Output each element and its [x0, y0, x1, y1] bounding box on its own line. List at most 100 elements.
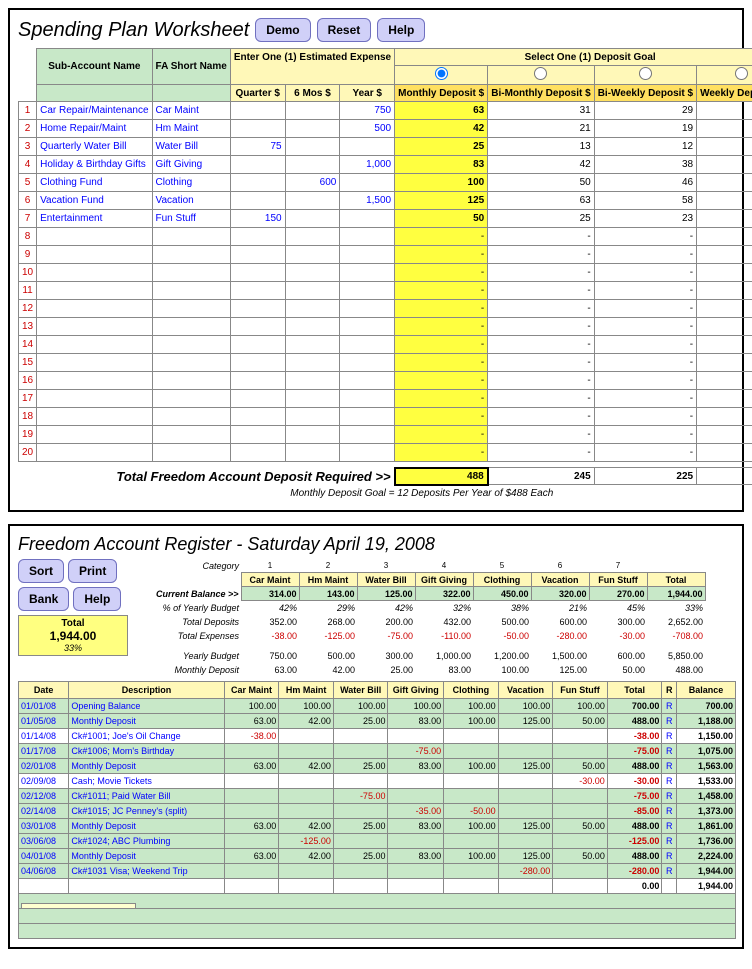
- subaccount-cell[interactable]: [37, 228, 152, 246]
- 6mos-cell[interactable]: [285, 300, 340, 318]
- quarter-cell[interactable]: [230, 354, 285, 372]
- amount-cell[interactable]: [388, 833, 444, 848]
- year-cell[interactable]: [340, 282, 395, 300]
- quarter-cell[interactable]: [230, 282, 285, 300]
- 6mos-cell[interactable]: [285, 264, 340, 282]
- amount-cell[interactable]: [498, 803, 553, 818]
- amount-cell[interactable]: [553, 833, 608, 848]
- description-cell[interactable]: Monthly Deposit: [69, 713, 224, 728]
- quarter-cell[interactable]: [230, 318, 285, 336]
- date-cell[interactable]: 04/01/08: [19, 848, 69, 863]
- subaccount-cell[interactable]: [37, 372, 152, 390]
- subaccount-cell[interactable]: [37, 264, 152, 282]
- amount-cell[interactable]: -125.00: [279, 833, 334, 848]
- amount-cell[interactable]: 83.00: [388, 818, 444, 833]
- amount-cell[interactable]: [444, 878, 499, 893]
- reset-button[interactable]: Reset: [317, 18, 372, 42]
- amount-cell[interactable]: 25.00: [333, 848, 388, 863]
- quarter-cell[interactable]: [230, 228, 285, 246]
- amount-cell[interactable]: [498, 728, 553, 743]
- reconciled-cell[interactable]: R: [662, 713, 677, 728]
- description-cell[interactable]: Cash; Movie Tickets: [69, 773, 224, 788]
- amount-cell[interactable]: [444, 788, 499, 803]
- quarter-cell[interactable]: 75: [230, 138, 285, 156]
- year-cell[interactable]: [340, 426, 395, 444]
- amount-cell[interactable]: 100.00: [444, 848, 499, 863]
- fashort-cell[interactable]: [152, 282, 230, 300]
- amount-cell[interactable]: 125.00: [498, 818, 553, 833]
- year-cell[interactable]: [340, 138, 395, 156]
- quarter-cell[interactable]: [230, 246, 285, 264]
- reconciled-cell[interactable]: R: [662, 743, 677, 758]
- reconciled-cell[interactable]: [662, 878, 677, 893]
- subaccount-cell[interactable]: [37, 318, 152, 336]
- subaccount-cell[interactable]: [37, 408, 152, 426]
- amount-cell[interactable]: 125.00: [498, 758, 553, 773]
- year-cell[interactable]: [340, 444, 395, 462]
- radio-monthly[interactable]: [435, 67, 448, 80]
- 6mos-cell[interactable]: [285, 390, 340, 408]
- fashort-cell[interactable]: [152, 444, 230, 462]
- subaccount-cell[interactable]: [37, 444, 152, 462]
- fashort-cell[interactable]: Clothing: [152, 174, 230, 192]
- amount-cell[interactable]: 100.00: [224, 698, 279, 713]
- amount-cell[interactable]: [279, 803, 334, 818]
- year-cell[interactable]: [340, 246, 395, 264]
- quarter-cell[interactable]: [230, 372, 285, 390]
- year-cell[interactable]: [340, 228, 395, 246]
- amount-cell[interactable]: [388, 788, 444, 803]
- print-button[interactable]: Print: [68, 559, 117, 583]
- subaccount-cell[interactable]: [37, 336, 152, 354]
- subaccount-cell[interactable]: [37, 426, 152, 444]
- amount-cell[interactable]: [279, 878, 334, 893]
- demo-button[interactable]: Demo: [255, 18, 310, 42]
- 6mos-cell[interactable]: [285, 282, 340, 300]
- amount-cell[interactable]: 125.00: [498, 848, 553, 863]
- description-cell[interactable]: Ck#1031 Visa; Weekend Trip: [69, 863, 224, 878]
- year-cell[interactable]: 1,500: [340, 192, 395, 210]
- amount-cell[interactable]: [444, 863, 499, 878]
- amount-cell[interactable]: [224, 833, 279, 848]
- quarter-cell[interactable]: [230, 390, 285, 408]
- amount-cell[interactable]: [388, 773, 444, 788]
- date-cell[interactable]: 02/01/08: [19, 758, 69, 773]
- fashort-cell[interactable]: [152, 246, 230, 264]
- 6mos-cell[interactable]: [285, 120, 340, 138]
- amount-cell[interactable]: 25.00: [333, 818, 388, 833]
- amount-cell[interactable]: 25.00: [333, 713, 388, 728]
- amount-cell[interactable]: 100.00: [444, 713, 499, 728]
- amount-cell[interactable]: [553, 863, 608, 878]
- amount-cell[interactable]: [224, 773, 279, 788]
- amount-cell[interactable]: [224, 743, 279, 758]
- fashort-cell[interactable]: Fun Stuff: [152, 210, 230, 228]
- description-cell[interactable]: Ck#1024; ABC Plumbing: [69, 833, 224, 848]
- year-cell[interactable]: [340, 264, 395, 282]
- amount-cell[interactable]: [498, 773, 553, 788]
- amount-cell[interactable]: -75.00: [388, 743, 444, 758]
- reconciled-cell[interactable]: R: [662, 803, 677, 818]
- year-cell[interactable]: [340, 336, 395, 354]
- date-cell[interactable]: 01/01/08: [19, 698, 69, 713]
- quarter-cell[interactable]: [230, 174, 285, 192]
- description-cell[interactable]: Monthly Deposit: [69, 818, 224, 833]
- amount-cell[interactable]: [553, 878, 608, 893]
- amount-cell[interactable]: 100.00: [444, 818, 499, 833]
- amount-cell[interactable]: [279, 743, 334, 758]
- amount-cell[interactable]: 83.00: [388, 848, 444, 863]
- amount-cell[interactable]: [553, 728, 608, 743]
- 6mos-cell[interactable]: [285, 192, 340, 210]
- date-cell[interactable]: 01/05/08: [19, 713, 69, 728]
- amount-cell[interactable]: 63.00: [224, 713, 279, 728]
- amount-cell[interactable]: 100.00: [444, 758, 499, 773]
- year-cell[interactable]: 1,000: [340, 156, 395, 174]
- subaccount-cell[interactable]: Car Repair/Maintenance: [37, 102, 152, 120]
- 6mos-cell[interactable]: [285, 102, 340, 120]
- bank-button[interactable]: Bank: [18, 587, 69, 611]
- subaccount-cell[interactable]: Vacation Fund: [37, 192, 152, 210]
- description-cell[interactable]: [69, 878, 224, 893]
- amount-cell[interactable]: [498, 878, 553, 893]
- help-button[interactable]: Help: [377, 18, 425, 42]
- fashort-cell[interactable]: Gift Giving: [152, 156, 230, 174]
- amount-cell[interactable]: [553, 743, 608, 758]
- fashort-cell[interactable]: [152, 354, 230, 372]
